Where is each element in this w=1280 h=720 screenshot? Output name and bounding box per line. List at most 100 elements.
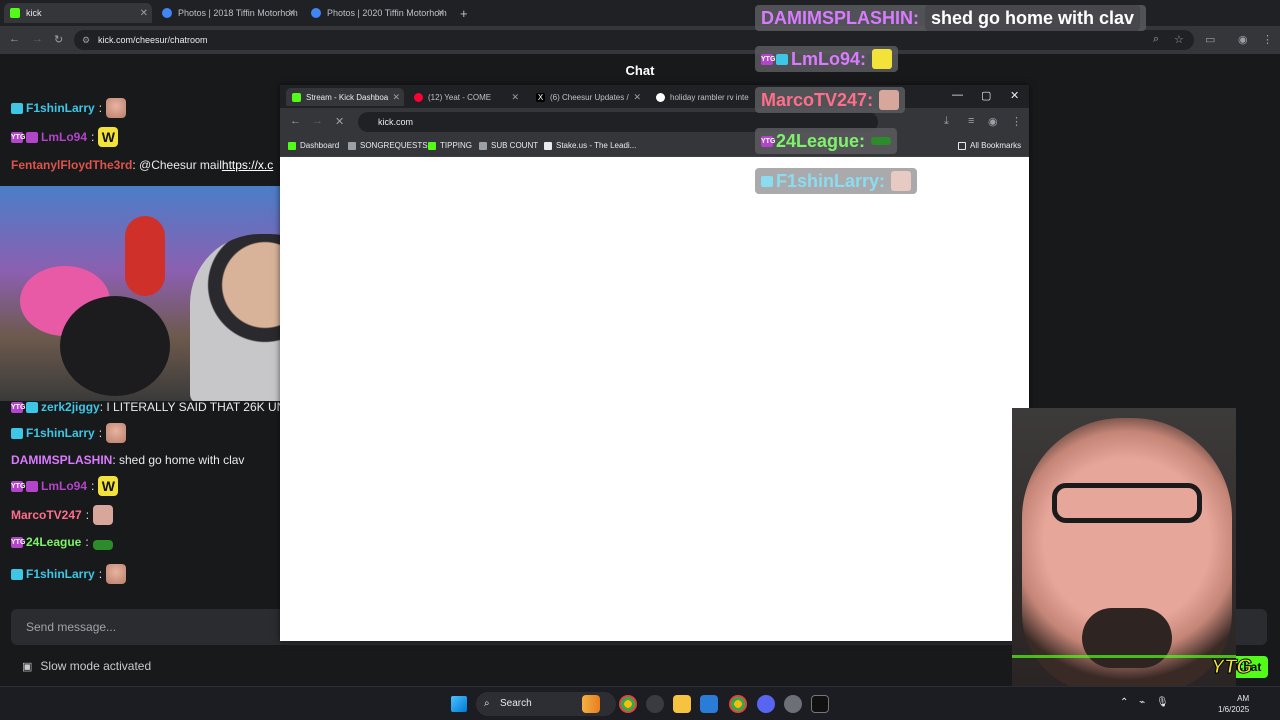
minimize-icon[interactable]: — — [952, 89, 963, 101]
address-bar[interactable]: ⚙ kick.com/cheesur/chatroom — [74, 30, 1194, 50]
reload-icon[interactable]: ↻ — [54, 33, 63, 46]
tab-stream-dashboard[interactable]: Stream - Kick Dashboa ✕ — [286, 88, 404, 106]
steam-icon[interactable] — [700, 695, 718, 713]
tab-label: holiday rambler rv inte — [670, 92, 749, 102]
back-icon[interactable]: ← — [9, 33, 20, 45]
diamond-badge-icon — [11, 427, 23, 439]
forward-icon[interactable]: → — [32, 33, 43, 45]
widgets-icon[interactable] — [582, 695, 600, 713]
windows-taskbar: ⌕ Search ⌃ ⌁ 🎙 AM 1/6/2025 — [0, 686, 1280, 720]
chat-username[interactable]: LmLo94 — [41, 479, 87, 493]
chat-message: DAMIMSPLASHIN : shed go home with clav — [11, 453, 244, 467]
ytg-badge-icon: YTG — [11, 480, 26, 492]
tab-label: (6) Cheesur Updates / — [550, 92, 629, 102]
reading-list-icon[interactable]: ≡ — [968, 115, 974, 127]
chevron-up-icon[interactable]: ⌃ — [1120, 697, 1128, 708]
bookmark-tipping[interactable]: TIPPING — [428, 141, 472, 150]
download-icon[interactable]: ⤓ — [944, 115, 949, 128]
chat-text: : — [85, 535, 89, 549]
bookmark-stake[interactable]: Stake.us - The Leadi... — [544, 141, 636, 150]
chat-username[interactable]: F1shinLarry — [26, 426, 95, 440]
bookmarks-bar: Dashboard SONGREQUESTS TIPPING SUB COUNT… — [280, 136, 1029, 157]
close-tab-icon[interactable]: ✕ — [140, 8, 148, 19]
google-favicon-icon — [162, 8, 172, 18]
chat-link[interactable]: https://x.c — [222, 158, 273, 172]
close-tab-icon[interactable]: ✕ — [633, 92, 641, 103]
chat-username[interactable]: MarcoTV247 — [11, 508, 82, 522]
kick-favicon-icon — [428, 141, 436, 150]
chat-username[interactable]: F1shinLarry — [26, 567, 95, 581]
chat-username[interactable]: 24League — [26, 535, 81, 549]
forward-icon[interactable]: → — [312, 115, 323, 127]
tab-yeat[interactable]: (12) Yeat - COME ✕ — [408, 88, 523, 106]
overlay-colon: : — [867, 89, 874, 110]
system-tray[interactable]: ⌃ ⌁ 🎙 — [1120, 697, 1169, 708]
chat-message: MarcoTV247 : — [11, 505, 114, 525]
tab-cheesur-updates[interactable]: X (6) Cheesur Updates / ✕ — [530, 88, 645, 106]
chat-username[interactable]: F1shinLarry — [26, 101, 95, 115]
chat-title: Chat — [625, 63, 655, 78]
clock-date: 1/6/2025 — [1218, 705, 1250, 714]
tab-kick[interactable]: kick ✕ — [4, 3, 152, 23]
close-tab-icon[interactable]: ✕ — [437, 8, 445, 19]
w-emote-icon — [872, 49, 893, 69]
discord-icon[interactable] — [757, 695, 775, 713]
diamond-badge-icon — [11, 568, 23, 580]
tab-photos-2020[interactable]: Photos | 2020 Tiffin Motorhom ✕ — [305, 3, 449, 23]
menu-icon[interactable]: ⋮ — [1262, 33, 1273, 46]
profile-icon[interactable]: ◉ — [988, 115, 998, 128]
glasses — [1052, 483, 1202, 523]
overlay-text: shed go home with clav — [925, 5, 1141, 31]
network-icon[interactable]: ⌁ — [1139, 697, 1145, 708]
face-emote-icon — [106, 98, 127, 118]
bookmark-dashboard[interactable]: Dashboard — [288, 141, 339, 150]
epic-games-icon[interactable] — [811, 695, 829, 713]
chat-text: : I LITERALLY SAID THAT 26K UND — [99, 400, 294, 414]
all-bookmarks[interactable]: All Bookmarks — [958, 141, 1021, 150]
close-window-icon[interactable]: ✕ — [1010, 89, 1019, 102]
close-tab-icon[interactable]: ✕ — [392, 92, 400, 103]
bookmark-label: SUB COUNT — [491, 141, 539, 150]
close-tab-icon[interactable]: ✕ — [511, 92, 519, 103]
tab-photos-2018[interactable]: Photos | 2018 Tiffin Motorhom ✕ — [156, 3, 300, 23]
chat-username[interactable]: FentanylFloydThe3rd — [11, 158, 132, 172]
slow-mode-indicator: ▣ Slow mode activated — [22, 659, 151, 673]
maximize-icon[interactable]: ▢ — [981, 89, 991, 102]
sidebar-icon[interactable]: ▭ — [1205, 33, 1215, 46]
site-info-icon[interactable]: ⚙ — [82, 30, 90, 50]
google-favicon-icon — [311, 8, 321, 18]
chat-username[interactable]: zerk2jiggy — [41, 400, 100, 414]
tab-label: Photos | 2020 Tiffin Motorhom — [327, 8, 447, 18]
green-emote-icon — [92, 540, 113, 550]
file-explorer-icon[interactable] — [673, 695, 691, 713]
w-emote-icon: W — [98, 476, 119, 496]
chrome-icon[interactable] — [619, 695, 637, 713]
ytg-badge-icon: YTG — [761, 135, 776, 147]
chat-username[interactable]: DAMIMSPLASHIN — [11, 453, 112, 467]
settings-icon[interactable] — [784, 695, 802, 713]
chat-message: YTG LmLo94 : W — [11, 127, 119, 147]
zoom-icon[interactable]: ⌕ — [1153, 33, 1159, 46]
chat-username[interactable]: LmLo94 — [41, 130, 87, 144]
green-emote-icon — [871, 137, 892, 145]
close-tab-icon[interactable]: ✕ — [288, 8, 296, 19]
face-emote-icon — [93, 505, 114, 525]
new-tab-button[interactable]: + — [454, 3, 470, 23]
stop-loading-icon[interactable]: ✕ — [335, 115, 344, 128]
back-icon[interactable]: ← — [290, 115, 301, 127]
taskbar-clock[interactable]: AM 1/6/2025 — [1218, 693, 1249, 715]
profile-icon[interactable]: ◉ — [1238, 33, 1248, 46]
overlay-colon: : — [879, 170, 886, 191]
app-icon[interactable] — [646, 695, 664, 713]
diamond-badge-icon — [11, 102, 23, 114]
bookmark-star-icon[interactable]: ☆ — [1174, 33, 1184, 46]
microphone-icon[interactable]: 🎙 — [1156, 697, 1169, 708]
bookmark-songrequests[interactable]: SONGREQUESTS — [348, 141, 428, 150]
bookmark-sub-count[interactable]: SUB COUNT — [479, 141, 538, 150]
start-button-icon[interactable] — [451, 696, 467, 712]
overlay-colon: : — [859, 130, 866, 151]
tab-holiday-rambler[interactable]: holiday rambler rv inte — [650, 88, 760, 106]
chrome-profile-icon[interactable] — [729, 695, 747, 713]
tab-label: Stream - Kick Dashboa — [306, 92, 389, 102]
menu-icon[interactable]: ⋮ — [1011, 115, 1022, 128]
